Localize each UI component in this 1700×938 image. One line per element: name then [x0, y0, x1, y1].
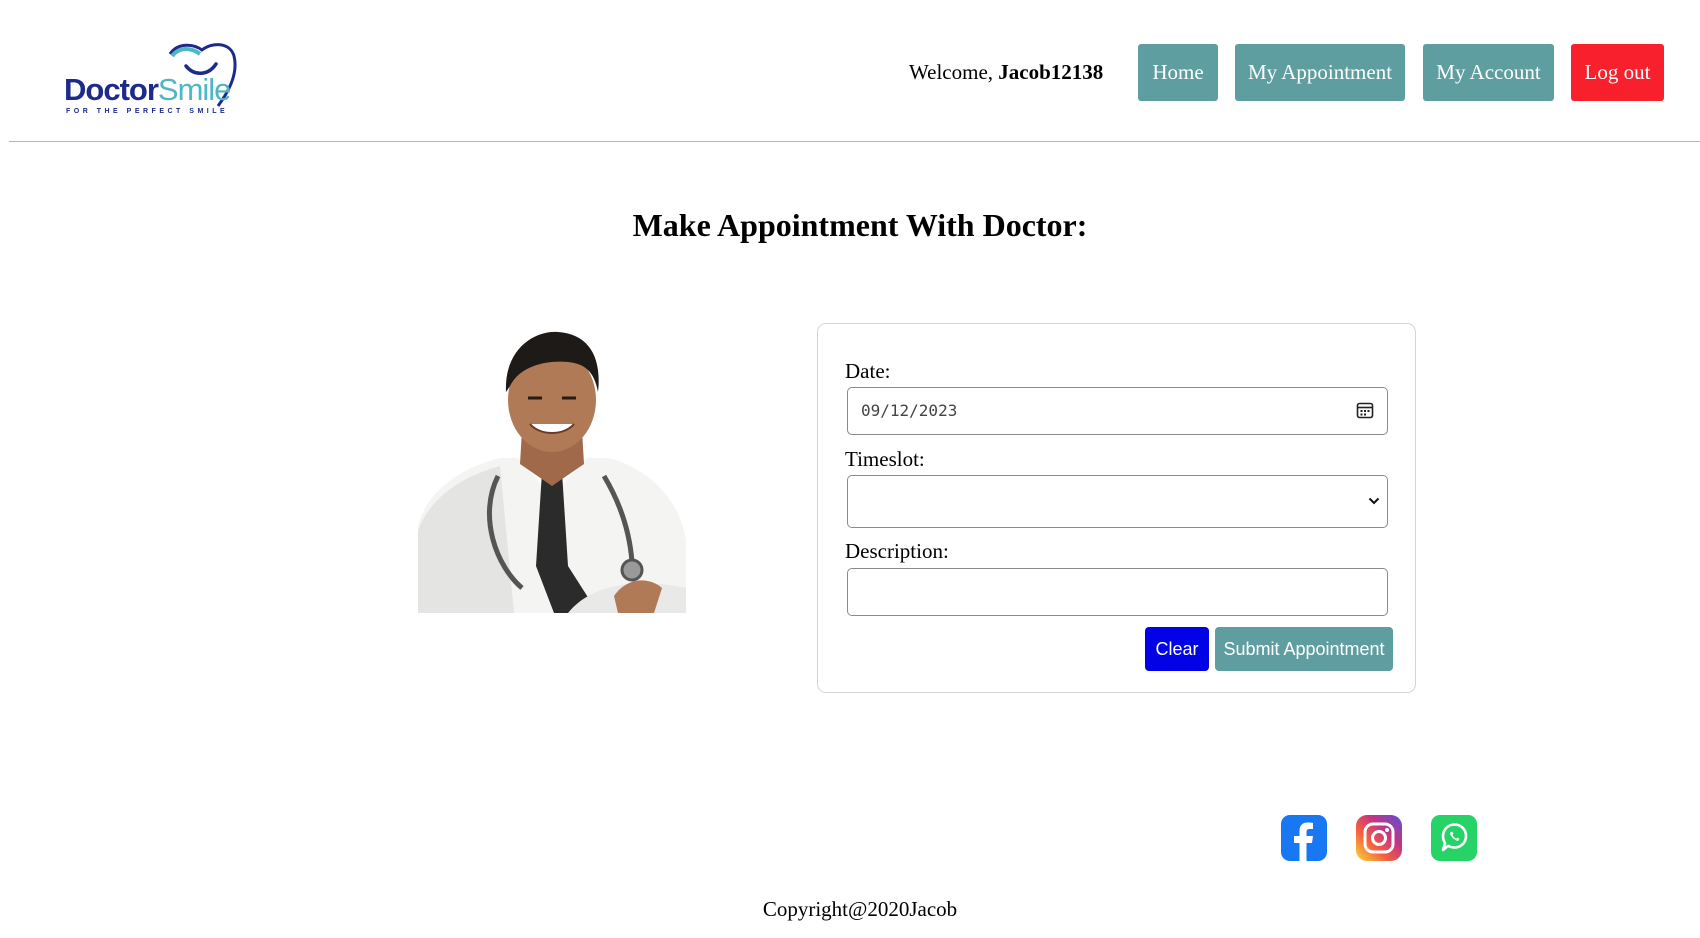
whatsapp-icon[interactable]: [1431, 815, 1477, 861]
timeslot-select[interactable]: [847, 475, 1388, 528]
date-input[interactable]: 09/12/2023: [847, 387, 1388, 435]
submit-appointment-button[interactable]: Submit Appointment: [1215, 627, 1393, 671]
my-account-button[interactable]: My Account: [1423, 44, 1554, 101]
facebook-icon[interactable]: [1281, 815, 1327, 861]
welcome-prefix: Welcome,: [909, 60, 999, 84]
logo-tagline: FOR THE PERFECT SMILE: [66, 108, 229, 115]
page-title: Make Appointment With Doctor:: [632, 207, 1088, 243]
calendar-icon[interactable]: [1356, 401, 1374, 419]
welcome-message: Welcome, Jacob12138: [909, 60, 1103, 85]
instagram-icon[interactable]: [1356, 815, 1402, 861]
logout-button[interactable]: Log out: [1571, 44, 1664, 101]
username: Jacob12138: [998, 60, 1104, 84]
header-divider: [9, 141, 1700, 142]
chevron-down-icon: [1368, 497, 1380, 505]
copyright-text: Copyright@2020Jacob: [762, 897, 958, 921]
doctor-smile-logo[interactable]: DoctorSmile FOR THE PERFECT SMILE: [64, 40, 244, 120]
my-appointment-button[interactable]: My Appointment: [1235, 44, 1405, 101]
date-label: Date:: [845, 359, 891, 383]
appointment-form: Date: 09/12/2023 Timeslot: Description: …: [817, 323, 1416, 693]
timeslot-label: Timeslot:: [845, 447, 925, 471]
doctor-photo: [418, 331, 686, 613]
clear-button[interactable]: Clear: [1145, 627, 1209, 671]
date-value: 09/12/2023: [861, 401, 958, 420]
logo-wordmark: DoctorSmile: [64, 72, 231, 107]
home-button[interactable]: Home: [1138, 44, 1218, 101]
description-label: Description:: [845, 539, 949, 563]
description-input[interactable]: [847, 568, 1388, 616]
